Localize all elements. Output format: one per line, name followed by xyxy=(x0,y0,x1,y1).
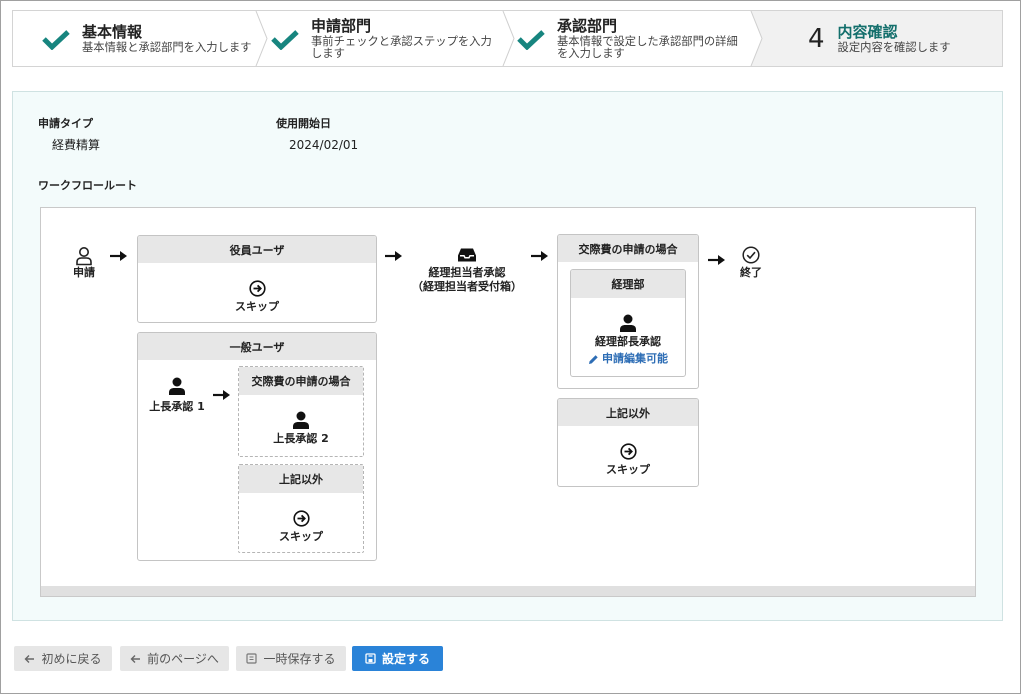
check-icon xyxy=(516,28,546,50)
arrow-right-icon xyxy=(708,254,726,266)
end-label: 終了 xyxy=(740,266,762,279)
user-outline-icon xyxy=(75,247,93,266)
step-applicant-department[interactable]: 申請部門 事前チェックと承認ステップを入力します xyxy=(270,11,502,66)
step-description: 設定内容を確認します xyxy=(837,40,951,54)
block-title: 一般ユーザ xyxy=(138,333,376,360)
approval-step-label: 上長承認 2 xyxy=(273,432,329,445)
check-circle-icon xyxy=(742,246,760,264)
skip-label: スキップ xyxy=(279,529,323,543)
button-label: 一時保存する xyxy=(263,652,336,666)
arrow-right-icon xyxy=(531,250,549,262)
step-approval-department[interactable]: 承認部門 基本情報で設定した承認部門の詳細を入力します xyxy=(516,11,750,66)
step-title: 内容確認 xyxy=(837,22,898,41)
submit-settings-button[interactable]: 設定する xyxy=(352,646,443,671)
start-label: 申請 xyxy=(73,266,95,279)
branch-title: 交際費の申請の場合 xyxy=(558,235,698,262)
department-block: 経理部 経理部長承認 申請編集可能 xyxy=(570,269,686,377)
general-users-block: 一般ユーザ 上長承認 1 交際費の申請の場合 上長承認 2 上記以外 スキップ xyxy=(137,332,377,561)
executive-users-block: 役員ユーザ スキップ xyxy=(137,235,377,323)
arrow-right-icon xyxy=(110,250,128,262)
accounting-branch-entertainment-expense: 交際費の申請の場合 経理部 経理部長承認 申請編集可能 xyxy=(557,234,699,389)
start-date-label: 使用開始日 xyxy=(276,117,331,130)
accounting-branch-otherwise: 上記以外 スキップ xyxy=(557,398,699,487)
progress-stepper: 基本情報 基本情報と承認部門を入力します 申請部門 事前チェックと承認ステップを… xyxy=(12,10,1003,67)
save-icon xyxy=(365,653,376,664)
button-label: 初めに戻る xyxy=(41,652,102,666)
user-icon xyxy=(292,411,310,429)
arrow-right-icon xyxy=(213,389,231,401)
workflow-heading: ワークフロールート xyxy=(38,179,137,192)
start-date-value: 2024/02/01 xyxy=(289,138,359,152)
inbox-icon xyxy=(457,248,477,263)
confirmation-panel: 申請タイプ 経費精算 使用開始日 2024/02/01 ワークフロールート 申請… xyxy=(12,91,1003,621)
skip-label: スキップ xyxy=(235,299,279,313)
accounting-inbox-label: （経理担当者受付箱） xyxy=(412,280,522,293)
step-number: 4 xyxy=(808,23,825,54)
button-label: 設定する xyxy=(381,652,430,666)
edit-permission-note: 申請編集可能 xyxy=(588,352,668,366)
application-type-label: 申請タイプ xyxy=(38,117,93,130)
workflow-route-diagram: 申請 役員ユーザ スキップ 一般ユーザ 上長承認 1 交際費の申請の場合 上長承… xyxy=(40,207,976,597)
approval-step-label: 上長承認 1 xyxy=(149,400,205,413)
step-title: 承認部門 xyxy=(557,16,618,35)
check-icon xyxy=(270,28,300,50)
step-description: 事前チェックと承認ステップを入力します xyxy=(311,34,492,60)
step-description: 基本情報と承認部門を入力します xyxy=(82,40,252,54)
branch-entertainment-expense: 交際費の申請の場合 上長承認 2 xyxy=(238,366,364,457)
branch-otherwise: 上記以外 スキップ xyxy=(238,464,364,553)
step-confirm-content: 4 内容確認 設定内容を確認します xyxy=(808,11,1000,66)
department-name: 経理部 xyxy=(571,270,685,298)
save-draft-button[interactable]: 一時保存する xyxy=(236,646,346,671)
previous-page-button[interactable]: 前のページへ xyxy=(120,646,229,671)
check-icon xyxy=(41,28,71,50)
workflow-canvas: 申請 役員ユーザ スキップ 一般ユーザ 上長承認 1 交際費の申請の場合 上長承… xyxy=(41,208,975,586)
arrow-left-icon xyxy=(130,654,141,664)
user-icon xyxy=(168,377,186,395)
branch-title: 上記以外 xyxy=(558,399,698,426)
horizontal-scrollbar[interactable] xyxy=(41,586,975,596)
application-type-value: 経費精算 xyxy=(52,138,101,152)
user-icon xyxy=(619,314,637,332)
step-basic-info[interactable]: 基本情報 基本情報と承認部門を入力します xyxy=(41,11,255,66)
back-to-start-button[interactable]: 初めに戻る xyxy=(14,646,112,671)
accounting-approval-label: 経理担当者承認 xyxy=(428,266,506,279)
circle-arrow-right-icon xyxy=(292,509,310,527)
edit-permission-text: 申請編集可能 xyxy=(602,352,668,365)
step-description: 基本情報で設定した承認部門の詳細を入力します xyxy=(557,34,738,60)
arrow-left-icon xyxy=(24,654,35,664)
button-label: 前のページへ xyxy=(147,652,219,666)
step-title: 基本情報 xyxy=(82,22,143,41)
branch-title: 上記以外 xyxy=(239,465,363,493)
pencil-icon xyxy=(588,354,599,365)
approval-step-label: 経理部長承認 xyxy=(595,335,661,348)
save-draft-icon xyxy=(246,653,258,664)
circle-arrow-right-icon xyxy=(248,279,266,297)
skip-label: スキップ xyxy=(606,463,650,476)
step-title: 申請部門 xyxy=(311,16,372,35)
branch-title: 交際費の申請の場合 xyxy=(239,367,363,395)
arrow-right-icon xyxy=(385,250,403,262)
circle-arrow-right-icon xyxy=(619,443,637,460)
block-title: 役員ユーザ xyxy=(138,236,376,263)
